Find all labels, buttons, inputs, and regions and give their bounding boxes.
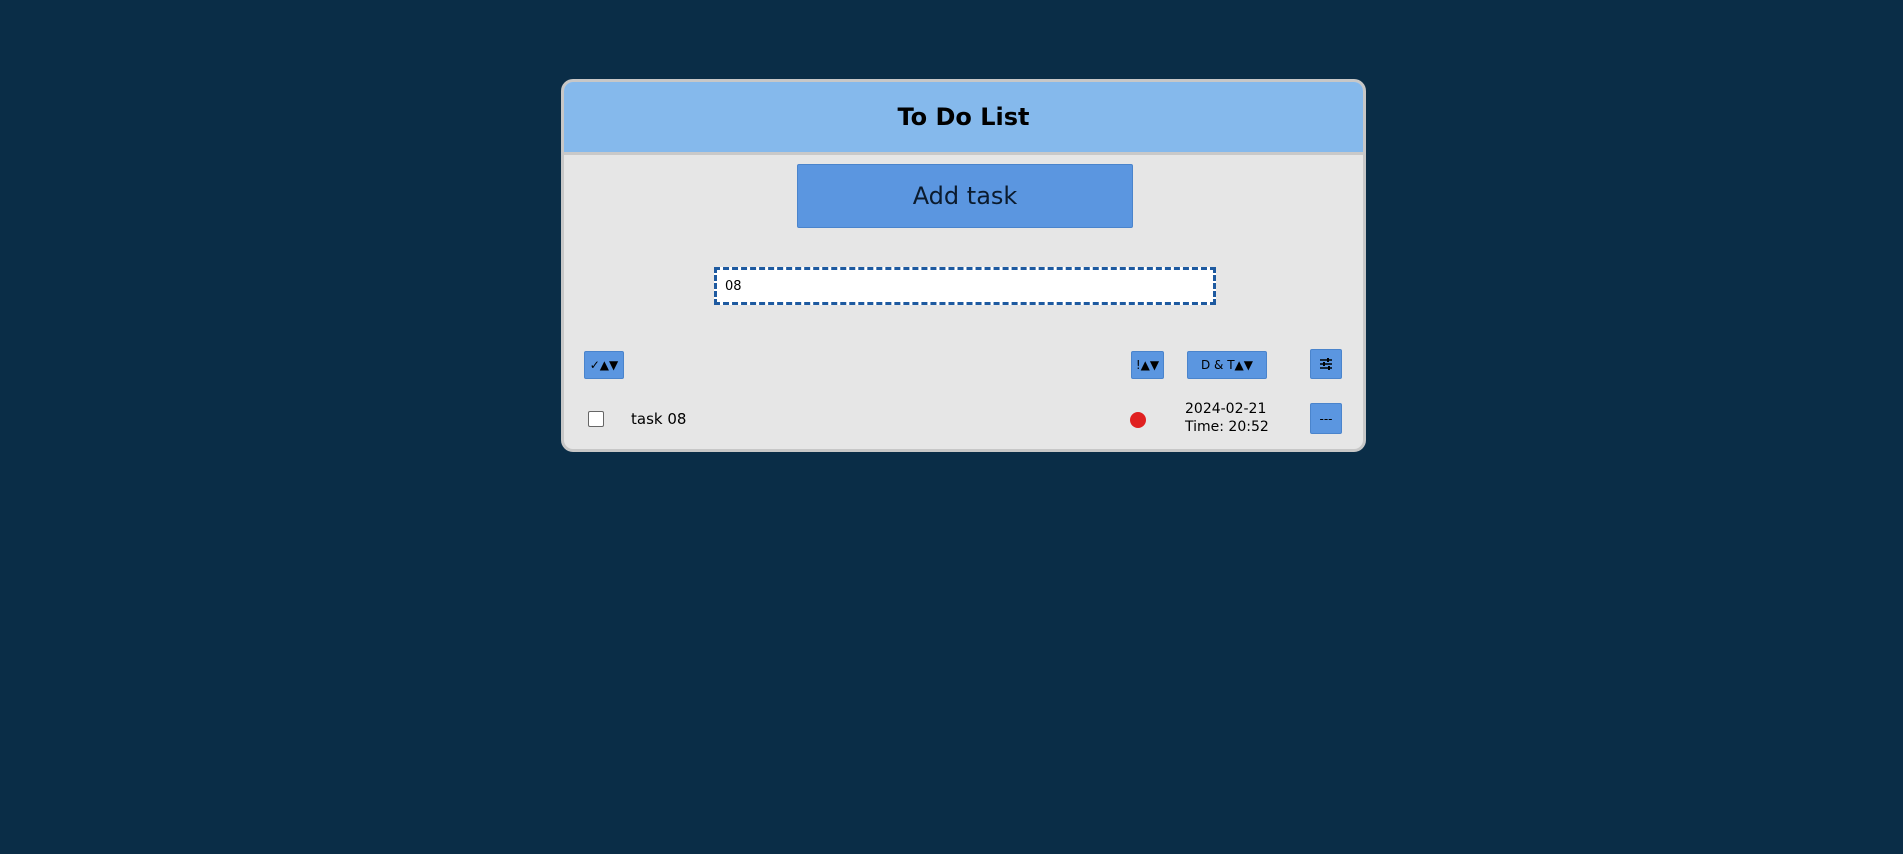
sliders-icon (1319, 357, 1333, 371)
sort-by-priority-button[interactable]: !▲▼ (1131, 351, 1164, 379)
task-datetime: 2024-02-21 Time: 20:52 (1185, 400, 1269, 436)
priority-indicator (1130, 412, 1146, 428)
sort-by-datetime-button[interactable]: D & T▲▼ (1187, 351, 1267, 379)
remove-task-button[interactable]: --- (1310, 403, 1342, 434)
add-task-button[interactable]: Add task (797, 164, 1133, 228)
sort-by-done-button[interactable]: ✓▲▼ (584, 351, 624, 379)
task-time: Time: 20:52 (1185, 419, 1269, 435)
page-title: To Do List (897, 103, 1030, 131)
task-date: 2024-02-21 (1185, 401, 1267, 417)
task-name: task 08 (631, 410, 687, 428)
filter-button[interactable] (1310, 349, 1342, 379)
todo-card: To Do List Add task ✓▲▼ !▲▼ D & T▲▼ task… (561, 79, 1366, 452)
search-input[interactable] (714, 267, 1216, 305)
header: To Do List (564, 82, 1363, 155)
task-done-checkbox[interactable] (588, 411, 604, 427)
